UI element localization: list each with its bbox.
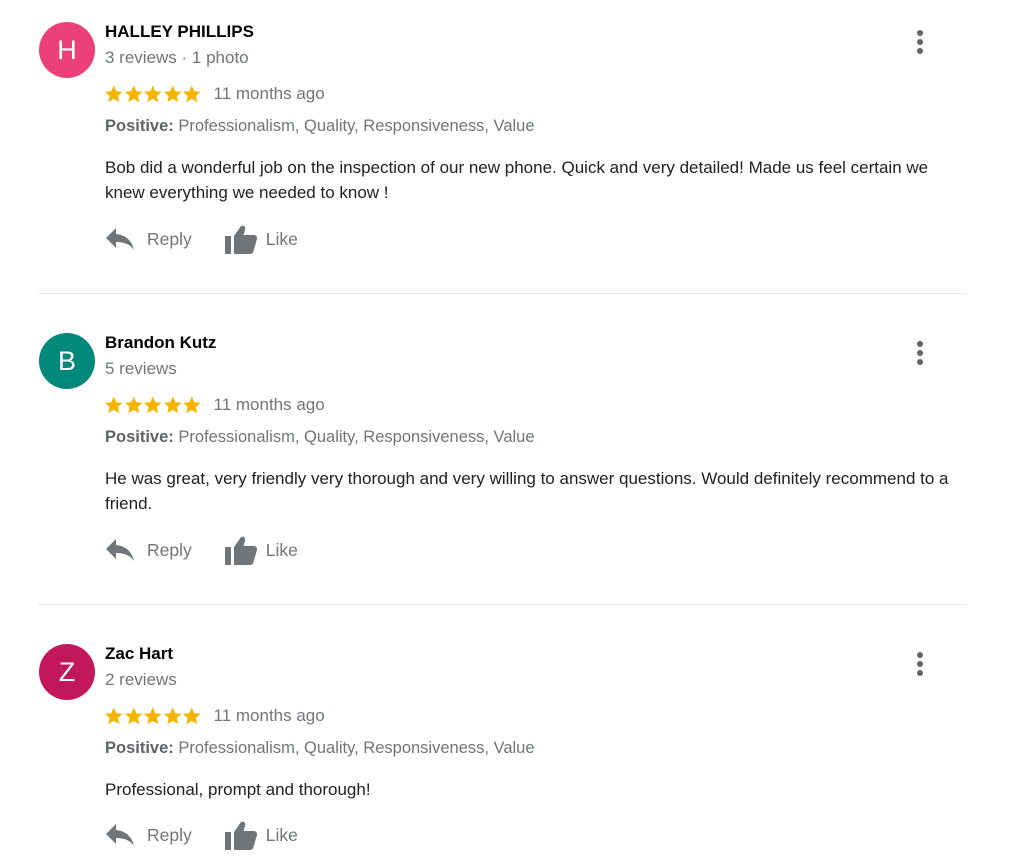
reviewer-name[interactable]: Zac Hart — [105, 644, 173, 664]
positive-tags: Positive: Professionalism, Quality, Resp… — [105, 428, 535, 447]
avatar[interactable]: Z — [39, 644, 95, 700]
reply-button[interactable]: Reply — [105, 823, 192, 847]
review-text: Professional, prompt and thorough! — [105, 780, 371, 799]
tags-label: Positive: — [105, 428, 174, 446]
star-icon — [124, 85, 143, 103]
star-icon — [143, 85, 162, 103]
star-icon — [124, 396, 143, 414]
reviewer-meta: 2 reviews — [105, 670, 177, 689]
review-age: 11 months ago — [213, 706, 325, 725]
thumbs-up-icon — [224, 225, 257, 254]
positive-tags: Positive: Professionalism, Quality, Resp… — [105, 117, 535, 136]
star-icon — [104, 396, 123, 414]
tags-list: Professionalism, Quality, Responsiveness… — [178, 739, 535, 757]
review-actions: Reply Like — [105, 819, 298, 851]
reply-button[interactable]: Reply — [105, 538, 192, 562]
review-actions: Reply Like — [105, 534, 298, 566]
reply-icon — [106, 824, 134, 846]
like-button[interactable]: Like — [224, 535, 298, 565]
tags-list: Professionalism, Quality, Responsiveness… — [178, 117, 535, 135]
reviewer-meta: 3 reviews · 1 photo — [105, 48, 249, 67]
more-options-icon[interactable] — [910, 649, 930, 679]
reply-icon — [106, 539, 134, 561]
like-label: Like — [265, 824, 298, 845]
avatar[interactable]: H — [39, 22, 95, 78]
like-label: Like — [265, 539, 298, 560]
star-icon — [182, 396, 201, 414]
more-options-icon[interactable] — [910, 338, 930, 368]
star-icon — [163, 85, 182, 103]
review-card: B Brandon Kutz 5 reviews 11 months ago P… — [0, 311, 1024, 611]
thumbs-up-icon — [224, 536, 257, 565]
like-label: Like — [265, 228, 298, 249]
star-icon — [143, 707, 162, 725]
reply-label: Reply — [147, 228, 192, 249]
star-icon — [143, 396, 162, 414]
reviewer-meta: 5 reviews — [105, 359, 177, 378]
review-text: Bob did a wonderful job on the inspectio… — [105, 158, 929, 202]
star-icon — [163, 396, 182, 414]
tags-label: Positive: — [105, 739, 174, 757]
star-icon — [182, 85, 201, 103]
tags-label: Positive: — [105, 117, 174, 135]
positive-tags: Positive: Professionalism, Quality, Resp… — [105, 739, 535, 758]
like-button[interactable]: Like — [224, 224, 298, 254]
review-text: He was great, very friendly very thoroug… — [105, 469, 949, 513]
reviewer-name[interactable]: HALLEY PHILLIPS — [105, 22, 254, 42]
thumbs-up-icon — [224, 821, 257, 850]
star-rating — [104, 395, 202, 415]
star-icon — [104, 85, 123, 103]
rating-row: 11 months ago — [104, 81, 325, 107]
star-rating — [104, 84, 202, 104]
review-age: 11 months ago — [213, 395, 325, 414]
like-button[interactable]: Like — [224, 820, 298, 850]
avatar[interactable]: B — [39, 333, 95, 389]
rating-row: 11 months ago — [104, 392, 325, 418]
reply-button[interactable]: Reply — [105, 227, 192, 251]
more-options-icon[interactable] — [910, 27, 930, 57]
review-actions: Reply Like — [105, 223, 298, 255]
tags-list: Professionalism, Quality, Responsiveness… — [178, 428, 535, 446]
rating-row: 11 months ago — [104, 703, 325, 729]
reviewer-name[interactable]: Brandon Kutz — [105, 333, 216, 353]
reply-label: Reply — [147, 539, 192, 560]
star-rating — [104, 706, 202, 726]
star-icon — [104, 707, 123, 725]
star-icon — [124, 707, 143, 725]
review-card: H HALLEY PHILLIPS 3 reviews · 1 photo 11… — [0, 0, 1024, 300]
reply-label: Reply — [147, 824, 192, 845]
star-icon — [182, 707, 201, 725]
review-age: 11 months ago — [213, 84, 325, 103]
divider — [38, 293, 966, 294]
star-icon — [163, 707, 182, 725]
divider — [38, 604, 966, 605]
review-card: Z Zac Hart 2 reviews 11 months ago Posit… — [0, 622, 1024, 867]
reply-icon — [106, 228, 134, 250]
